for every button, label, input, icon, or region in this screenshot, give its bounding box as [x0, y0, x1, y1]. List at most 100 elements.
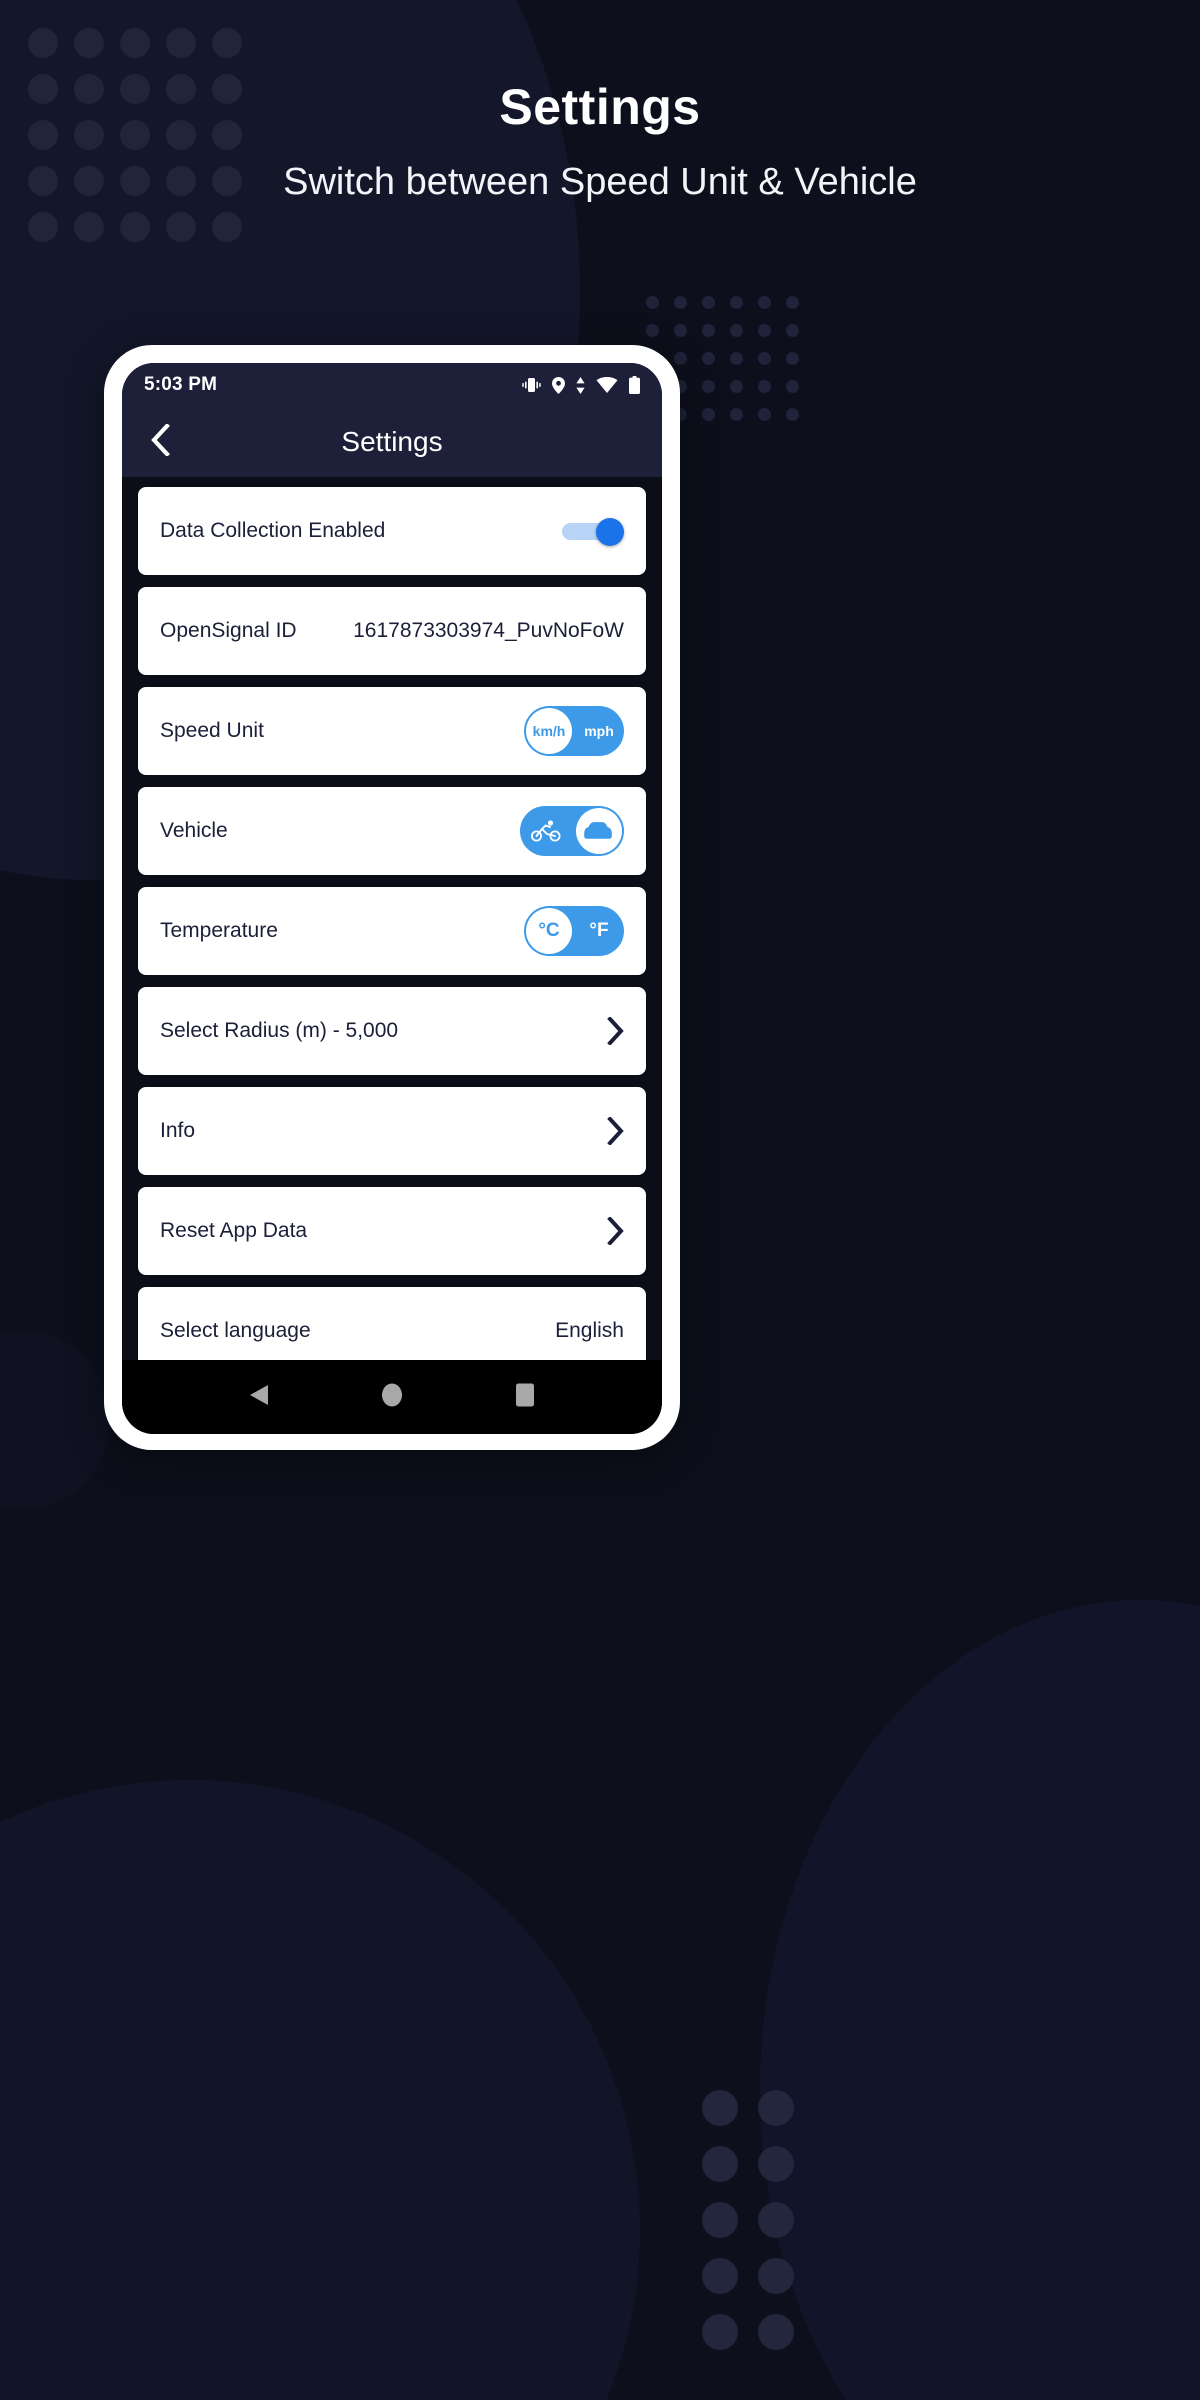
data-collection-toggle[interactable]	[562, 518, 624, 546]
nav-home-button[interactable]	[357, 1360, 427, 1434]
status-bar-time: 5:03 PM	[144, 374, 218, 395]
page-title: Settings	[499, 79, 701, 135]
row-label: Vehicle	[160, 819, 228, 842]
row-control[interactable]: km/h mph	[524, 706, 624, 756]
decorative-dot	[646, 296, 659, 309]
settings-row-select-language[interactable]: Select language English	[138, 1287, 646, 1360]
row-label: Speed Unit	[160, 719, 264, 742]
nav-home-icon	[380, 1382, 404, 1413]
decorative-dot	[120, 212, 150, 242]
settings-row-reset-app-data[interactable]: Reset App Data	[138, 1187, 646, 1275]
decorative-dot	[758, 380, 771, 393]
nav-recents-button[interactable]	[490, 1360, 560, 1434]
location-pin-icon	[552, 376, 565, 394]
decorative-dot	[786, 408, 799, 421]
vehicle-option-car[interactable]	[572, 806, 624, 856]
status-bar: 5:03 PM	[122, 363, 662, 407]
row-control[interactable]	[520, 806, 624, 856]
settings-row-select-radius[interactable]: Select Radius (m) - 5,000	[138, 987, 646, 1075]
chevron-right-icon	[607, 1017, 624, 1045]
row-label: Data Collection Enabled	[160, 519, 386, 542]
chevron-left-icon	[150, 422, 170, 461]
bicycle-icon	[531, 820, 561, 842]
decorative-dot	[702, 408, 715, 421]
decorative-dot	[730, 296, 743, 309]
decorative-dot	[212, 28, 242, 58]
decorative-dot	[702, 296, 715, 309]
decorative-dot	[74, 212, 104, 242]
settings-row-temperature[interactable]: Temperature °C °F	[138, 887, 646, 975]
decorative-dot	[28, 28, 58, 58]
decorative-dot	[786, 324, 799, 337]
app-bar: Settings	[122, 407, 662, 477]
screenshot-root: Settings Switch between Speed Unit & Veh…	[0, 0, 1200, 2400]
vehicle-toggle[interactable]	[520, 806, 624, 856]
decorative-dot	[674, 352, 687, 365]
settings-row-opensignal-id[interactable]: OpenSignal ID 1617873303974_PuvNoFoW	[138, 587, 646, 675]
settings-row-info[interactable]: Info	[138, 1087, 646, 1175]
phone-screen: 5:03 PM Settings Data Collection Enabled…	[122, 363, 662, 1434]
decorative-dot	[702, 324, 715, 337]
switch-thumb	[596, 518, 624, 546]
bg-blob-left-small	[0, 1330, 110, 1510]
wifi-icon	[596, 377, 618, 393]
status-bar-icons	[522, 376, 640, 394]
decorative-dot	[786, 352, 799, 365]
decorative-dot	[758, 324, 771, 337]
temperature-option-fahrenheit[interactable]: °F	[574, 906, 624, 956]
row-label: Select Radius (m) - 5,000	[160, 1019, 399, 1042]
headline-block: Settings Switch between Speed Unit & Veh…	[0, 80, 1200, 205]
back-button[interactable]	[138, 420, 182, 464]
decorative-dot	[730, 380, 743, 393]
speed-unit-toggle[interactable]: km/h mph	[524, 706, 624, 756]
bg-blob-right	[760, 1600, 1200, 2400]
row-control[interactable]	[562, 518, 624, 546]
decorative-dot	[758, 296, 771, 309]
chevron-right-icon	[607, 1217, 624, 1245]
settings-row-vehicle[interactable]: Vehicle	[138, 787, 646, 875]
phone-mockup: 5:03 PM Settings Data Collection Enabled…	[104, 345, 680, 1450]
decorative-dot	[702, 2258, 738, 2294]
row-label: Temperature	[160, 919, 278, 942]
row-control[interactable]: °C °F	[524, 906, 624, 956]
data-transfer-icon	[576, 376, 585, 394]
car-icon	[583, 821, 613, 841]
decorative-dot	[166, 28, 196, 58]
decorative-dot	[758, 2090, 794, 2126]
decorative-dot	[786, 296, 799, 309]
settings-row-speed-unit[interactable]: Speed Unit km/h mph	[138, 687, 646, 775]
temperature-option-celsius[interactable]: °C	[524, 906, 574, 956]
speed-unit-option-mph[interactable]: mph	[574, 706, 624, 756]
android-nav-bar	[122, 1360, 662, 1434]
temperature-toggle[interactable]: °C °F	[524, 906, 624, 956]
decorative-dot	[646, 324, 659, 337]
decorative-dot	[120, 28, 150, 58]
nav-back-icon	[248, 1383, 270, 1412]
decorative-dot	[74, 28, 104, 58]
decorative-dot	[730, 324, 743, 337]
decorative-dot	[730, 408, 743, 421]
row-label: OpenSignal ID	[160, 619, 297, 642]
row-label: Info	[160, 1119, 196, 1142]
settings-row-data-collection[interactable]: Data Collection Enabled	[138, 487, 646, 575]
decorative-dot	[674, 324, 687, 337]
bg-blob-bottom	[0, 1780, 640, 2400]
decorative-dot	[758, 352, 771, 365]
decorative-dot	[758, 2202, 794, 2238]
nav-recents-icon	[514, 1382, 536, 1413]
decorative-dot	[702, 352, 715, 365]
speed-unit-option-kmh[interactable]: km/h	[524, 706, 574, 756]
vehicle-option-bicycle[interactable]	[520, 806, 572, 856]
nav-back-button[interactable]	[224, 1360, 294, 1434]
decorative-dot	[674, 296, 687, 309]
decorative-dot	[702, 2202, 738, 2238]
decorative-dot-grid-bottom-right	[702, 2090, 814, 2370]
decorative-dot	[758, 408, 771, 421]
vibrate-icon	[522, 377, 541, 393]
decorative-dot	[28, 212, 58, 242]
decorative-dot	[786, 380, 799, 393]
decorative-dot	[702, 2090, 738, 2126]
select-language-value: English	[555, 1319, 624, 1342]
chevron-right-icon	[607, 1117, 624, 1145]
row-label: Select language	[160, 1319, 311, 1342]
